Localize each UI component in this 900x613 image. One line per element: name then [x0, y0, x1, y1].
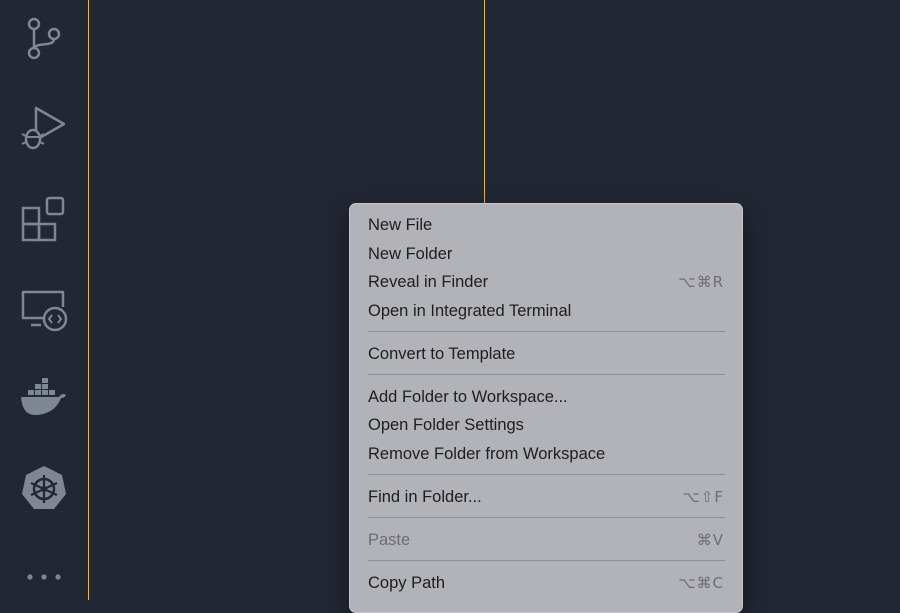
menu-item-convert-to-template[interactable]: Convert to Template: [368, 340, 724, 368]
menu-item-shortcut: ⌥⌘R: [678, 273, 724, 291]
menu-item-label: Open in Integrated Terminal: [368, 301, 572, 320]
remote-explorer-icon[interactable]: [19, 287, 69, 337]
menu-separator: [368, 517, 725, 518]
menu-item-new-file[interactable]: New File: [368, 211, 724, 239]
menu-item-label: Remove Folder from Workspace: [368, 444, 606, 463]
extensions-icon[interactable]: [19, 194, 69, 244]
menu-item-label: Convert to Template: [368, 344, 516, 363]
menu-separator: [368, 560, 725, 561]
menu-item-new-folder[interactable]: New Folder: [368, 240, 724, 268]
activity-bar: [0, 0, 88, 600]
menu-item-label: Find in Folder...: [368, 487, 482, 506]
menu-item-label: Reveal in Finder: [368, 272, 489, 291]
menu-item-reveal-in-finder[interactable]: Reveal in Finder ⌥⌘R: [368, 268, 724, 296]
menu-item-shortcut: ⌥⌘C: [678, 574, 724, 592]
menu-item-shortcut: ⌘V: [696, 531, 724, 549]
menu-item-find-in-folder[interactable]: Find in Folder... ⌥⇧F: [368, 483, 724, 511]
menu-item-open-in-integrated-terminal[interactable]: Open in Integrated Terminal: [368, 297, 724, 325]
context-menu: New File New Folder Reveal in Finder ⌥⌘R…: [349, 203, 743, 613]
menu-separator: [368, 474, 725, 475]
menu-item-label: New Folder: [368, 244, 453, 263]
menu-item-label: Open Folder Settings: [368, 415, 524, 434]
menu-item-copy-path[interactable]: Copy Path ⌥⌘C: [368, 569, 724, 597]
menu-item-shortcut: ⌥⇧F: [682, 488, 724, 506]
run-and-debug-icon[interactable]: [19, 104, 69, 154]
menu-item-label: Add Folder to Workspace...: [368, 387, 568, 406]
menu-item-paste: Paste ⌘V: [368, 526, 724, 554]
menu-item-open-folder-settings[interactable]: Open Folder Settings: [368, 411, 724, 439]
docker-icon[interactable]: [19, 376, 69, 426]
source-control-icon[interactable]: [19, 14, 69, 64]
menu-item-add-folder-to-workspace[interactable]: Add Folder to Workspace...: [368, 383, 724, 411]
menu-item-label: New File: [368, 215, 433, 234]
more-icon[interactable]: [19, 552, 69, 602]
menu-separator: [368, 331, 725, 332]
menu-item-label: Copy Path: [368, 573, 446, 592]
menu-item-remove-folder-from-workspace[interactable]: Remove Folder from Workspace: [368, 440, 724, 468]
menu-separator: [368, 374, 725, 375]
menu-item-label: Paste: [368, 530, 411, 549]
kubernetes-icon[interactable]: [19, 464, 69, 514]
